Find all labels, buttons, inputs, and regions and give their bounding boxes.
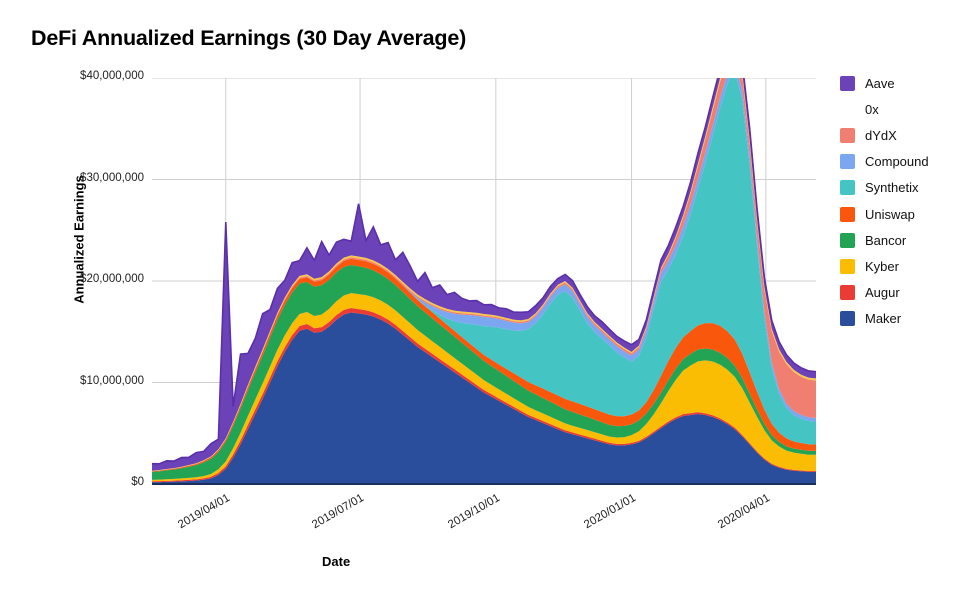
stacked-area-plot <box>152 78 816 484</box>
legend-item-augur[interactable]: Augur <box>840 280 973 306</box>
legend-swatch-icon <box>840 127 855 143</box>
legend-item-label: Aave <box>865 75 895 91</box>
y-tick-label: $20,000,000 <box>80 273 144 285</box>
legend-item-label: dYdX <box>865 127 897 143</box>
legend: Aave 0x dYdX Compound Synthetix Uniswap Bancor… <box>840 70 973 332</box>
y-tick-label: $40,000,000 <box>80 70 144 82</box>
legend-item-label: Synthetix <box>865 180 919 196</box>
legend-item-dydx[interactable]: dYdX <box>840 122 973 148</box>
legend-swatch-icon <box>840 311 855 327</box>
legend-item-label: Compound <box>865 154 929 170</box>
legend-item-label: Maker <box>865 311 902 327</box>
legend-swatch-icon <box>840 258 855 274</box>
legend-item-uniswap[interactable]: Uniswap <box>840 201 973 227</box>
legend-item-label: Uniswap <box>865 206 915 222</box>
legend-item-aave[interactable]: Aave <box>840 70 973 96</box>
legend-swatch-icon <box>840 102 855 117</box>
legend-item-compound[interactable]: Compound <box>840 149 973 175</box>
x-tick-label: 2020/01/01 <box>581 492 638 532</box>
legend-item-0x[interactable]: 0x <box>840 96 973 122</box>
legend-swatch-icon <box>840 180 855 196</box>
legend-swatch-icon <box>840 154 855 170</box>
legend-item-label: Augur <box>865 285 900 301</box>
chart-screenshot: DeFi Annualized Earnings (30 Day Average… <box>0 0 973 600</box>
plot-area <box>152 78 816 484</box>
legend-swatch-icon <box>840 75 855 91</box>
legend-item-synthetix[interactable]: Synthetix <box>840 175 973 201</box>
legend-swatch-icon <box>840 285 855 301</box>
y-tick-label: $30,000,000 <box>80 171 144 184</box>
x-tick-label: 2019/10/01 <box>445 492 502 532</box>
legend-item-kyber[interactable]: Kyber <box>840 253 973 279</box>
legend-swatch-icon <box>840 232 855 248</box>
y-tick-label: $0 <box>131 476 144 488</box>
legend-swatch-icon <box>840 206 855 222</box>
x-tick-label: 2019/04/01 <box>175 492 232 532</box>
y-tick-label: $10,000,000 <box>80 374 144 387</box>
legend-item-bancor[interactable]: Bancor <box>840 227 973 253</box>
x-tick-label: 2020/04/01 <box>715 492 772 532</box>
legend-item-label: Bancor <box>865 232 907 248</box>
x-axis-line <box>152 483 816 485</box>
x-axis-label: Date <box>322 554 351 569</box>
legend-item-label: 0x <box>865 101 879 117</box>
page-title: DeFi Annualized Earnings (30 Day Average… <box>31 26 467 50</box>
legend-item-label: Kyber <box>865 258 899 274</box>
x-tick-label: 2019/07/01 <box>310 492 367 532</box>
legend-item-maker[interactable]: Maker <box>840 306 973 332</box>
